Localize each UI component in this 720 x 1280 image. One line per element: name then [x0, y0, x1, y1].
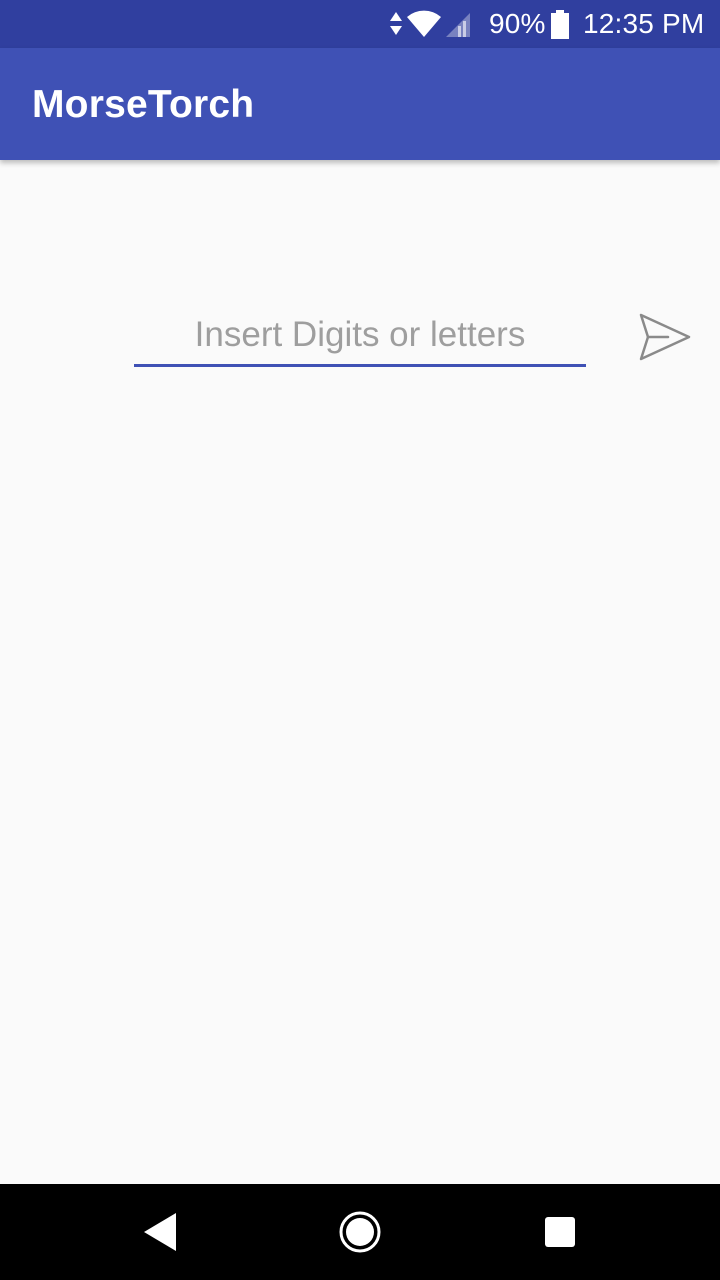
- home-button[interactable]: [330, 1202, 390, 1262]
- send-button[interactable]: [632, 306, 696, 370]
- home-icon: [339, 1211, 381, 1253]
- wifi-icon: [407, 10, 441, 37]
- morse-text-input[interactable]: [134, 306, 586, 367]
- app-bar: MorseTorch: [0, 48, 720, 160]
- app-title: MorseTorch: [32, 83, 255, 126]
- recents-button[interactable]: [530, 1202, 590, 1262]
- back-button[interactable]: [130, 1202, 190, 1262]
- data-arrows-icon: [390, 12, 402, 35]
- status-time: 12:35 PM: [583, 8, 705, 39]
- navigation-bar: [0, 1184, 720, 1280]
- back-icon: [144, 1213, 176, 1251]
- recents-icon: [545, 1217, 575, 1247]
- battery-icon: [551, 10, 569, 39]
- battery-percent: 90%: [489, 8, 546, 39]
- screen: 90% 12:35 PM MorseTorch: [0, 0, 720, 1280]
- cell-signal-icon: [446, 13, 470, 37]
- send-icon: [639, 313, 691, 361]
- input-container: [134, 306, 586, 368]
- status-bar: 90% 12:35 PM: [0, 0, 720, 48]
